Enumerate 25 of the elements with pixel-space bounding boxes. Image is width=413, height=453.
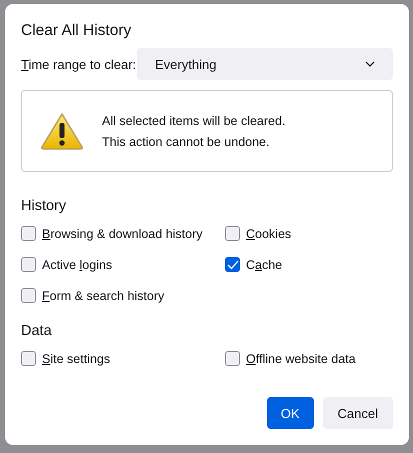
chevron-down-icon xyxy=(365,61,375,67)
checkbox-label: Form & search history xyxy=(42,288,164,302)
dialog-title: Clear All History xyxy=(21,22,132,40)
checkbox-label: Site settings xyxy=(42,352,110,366)
cancel-button[interactable]: Cancel xyxy=(322,397,393,429)
checkbox[interactable] xyxy=(21,288,36,303)
time-range-dropdown[interactable]: Everything xyxy=(137,48,393,80)
checkbox[interactable] xyxy=(21,226,36,241)
checkbox[interactable] xyxy=(225,226,240,241)
checkbox[interactable] xyxy=(21,351,36,366)
checkbox-label: Offline website data xyxy=(246,352,356,366)
checkbox-label: Active logins xyxy=(42,258,112,272)
checkbox[interactable] xyxy=(21,257,36,272)
checkbox-label: Cache xyxy=(246,258,282,272)
checkbox[interactable] xyxy=(225,257,240,272)
time-range-label: Time range to clear: xyxy=(21,56,137,72)
warning-text: This action cannot be undone. xyxy=(102,134,270,148)
section-heading: History xyxy=(21,198,68,214)
checkbox-label: Cookies xyxy=(246,226,292,240)
checkbox[interactable] xyxy=(225,351,240,366)
warning-icon xyxy=(40,112,84,150)
warning-text: All selected items will be cleared. xyxy=(102,114,286,128)
ok-button[interactable]: OK xyxy=(266,397,314,429)
section-heading: Data xyxy=(21,323,53,339)
checkbox-label: Browsing & download history xyxy=(42,226,203,240)
